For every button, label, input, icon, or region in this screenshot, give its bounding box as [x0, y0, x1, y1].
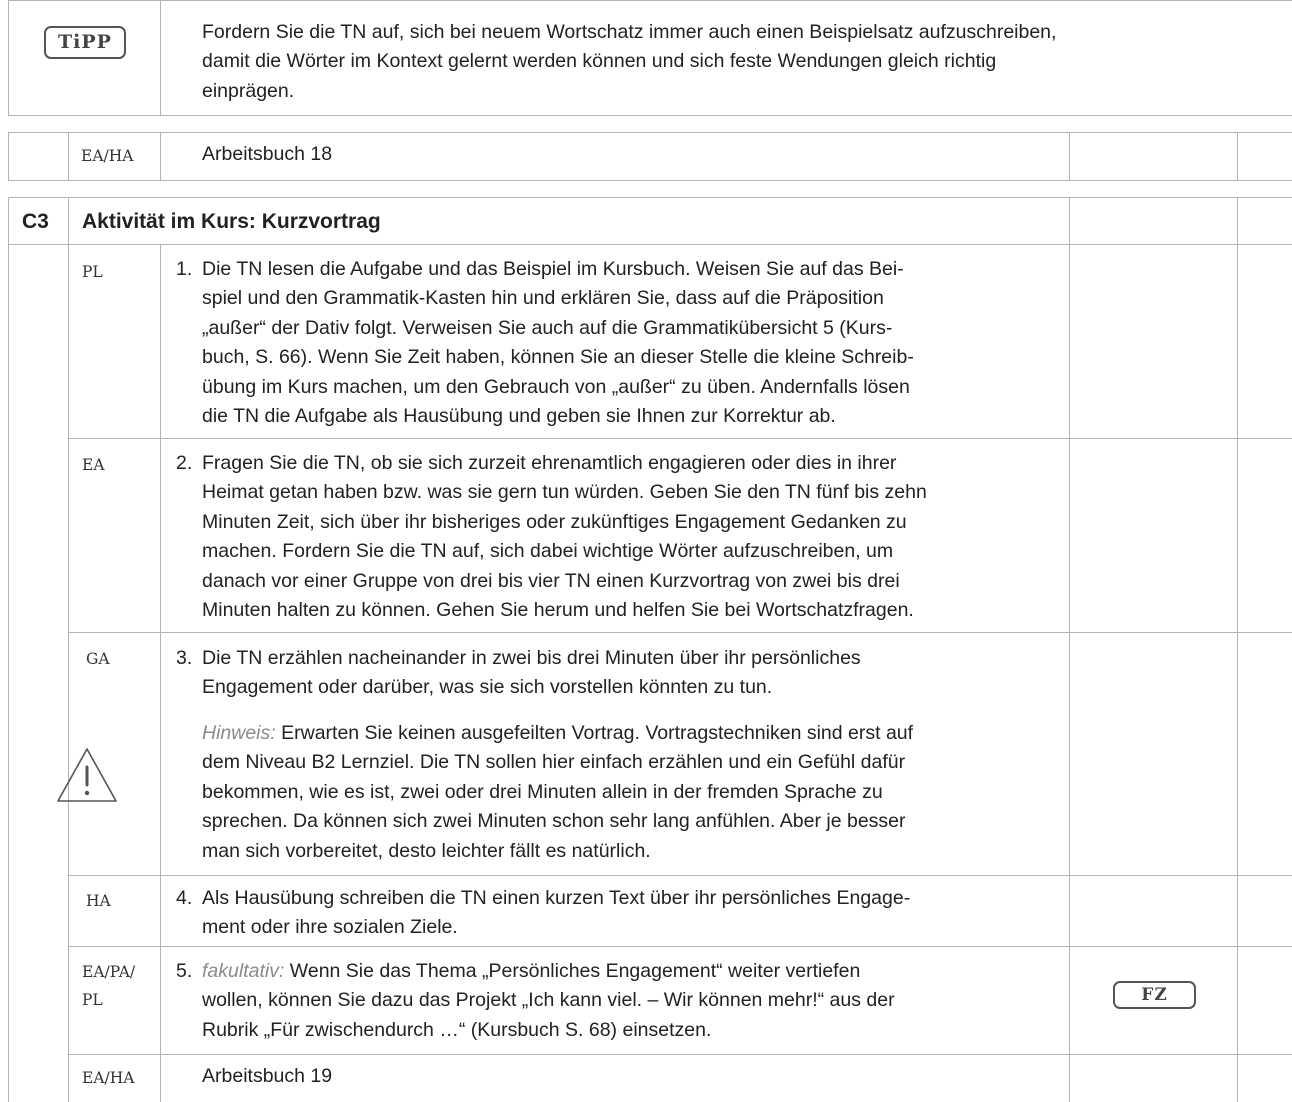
step1-number: 1. — [176, 258, 193, 280]
social-form-line: PL — [82, 991, 103, 1009]
step-line: Die TN lesen die Aufgabe und das Beispie… — [202, 258, 904, 280]
section-title: Aktivität im Kurs: Kurzvortrag — [82, 210, 381, 233]
step-line: „außer“ der Dativ folgt. Verweisen Sie a… — [202, 316, 893, 339]
step2-text: Fragen Sie die TN, ob sie sich zurzeit e… — [202, 449, 927, 625]
step3-number: 3. — [176, 647, 193, 669]
step4-number: 4. — [176, 887, 193, 909]
step3-note: Hinweis: Erwarten Sie keinen ausgefeilte… — [202, 719, 913, 866]
step-line: Als Hausübung schreiben die TN einen kur… — [202, 887, 911, 909]
step-line: danach vor einer Gruppe von drei bis vie… — [202, 569, 900, 592]
tipp-line: damit die Wörter im Kontext gelernt werd… — [202, 50, 997, 73]
workbook-ref-19: Arbeitsbuch 19 — [202, 1065, 333, 1087]
tipp-badge: TiPP — [44, 26, 126, 59]
step-line: Minuten halten zu können. Gehen Sie heru… — [202, 599, 914, 622]
social-form-step4: HA — [86, 892, 111, 910]
step-line: Die TN erzählen nacheinander in zwei bis… — [202, 647, 861, 669]
note-label: Hinweis: — [202, 722, 276, 744]
note-line: dem Niveau B2 Lernziel. Die TN sollen hi… — [202, 751, 906, 774]
social-form-ab18: EA/HA — [81, 147, 134, 165]
note-text: Erwarten Sie keinen ausgefeilten Vortrag… — [281, 722, 914, 744]
step-line: wollen, können Sie dazu das Projekt „Ich… — [202, 989, 895, 1012]
optional-label: fakultativ: — [202, 960, 285, 982]
step-line: ment oder ihre sozialen Ziele. — [202, 916, 458, 939]
note-line: bekommen, wie es ist, zwei oder drei Min… — [202, 780, 883, 803]
social-form-ab19: EA/HA — [82, 1069, 135, 1087]
note-first-line: Hinweis: Erwarten Sie keinen ausgefeilte… — [202, 719, 913, 748]
step-text: Wenn Sie das Thema „Persönliches Engagem… — [289, 960, 861, 982]
step-line: übung im Kurs machen, um den Gebrauch vo… — [202, 375, 910, 398]
step-line: die TN die Aufgabe als Hausübung und geb… — [202, 405, 836, 428]
step-line: machen. Fordern Sie die TN auf, sich dab… — [202, 540, 894, 563]
note-line: sprechen. Da können sich zwei Minuten sc… — [202, 810, 906, 833]
step4-text: Als Hausübung schreiben die TN einen kur… — [202, 884, 910, 943]
social-form-step2: EA — [82, 456, 105, 474]
step5-number: 5. — [176, 960, 193, 982]
social-form-step1: PL — [82, 263, 103, 281]
step-line: Fragen Sie die TN, ob sie sich zurzeit e… — [202, 452, 897, 474]
fz-badge: FZ — [1113, 981, 1196, 1009]
step-line: Minuten Zeit, sich über ihr bisheriges o… — [202, 510, 907, 533]
step-line: Heimat getan haben bzw. was sie gern tun… — [202, 481, 927, 504]
warning-icon — [54, 745, 120, 810]
tipp-text: Fordern Sie die TN auf, sich bei neuem W… — [202, 18, 1056, 106]
social-form-line: EA/PA/ — [82, 963, 136, 981]
step-line: Engagement oder darüber, was sie sich vo… — [202, 676, 773, 699]
step5-text: fakultativ: Wenn Sie das Thema „Persönli… — [202, 957, 895, 1045]
step3-text: Die TN erzählen nacheinander in zwei bis… — [202, 644, 861, 703]
tipp-line: einprägen. — [202, 79, 295, 102]
social-form-step5: EA/PA/ PL — [82, 958, 135, 1014]
step-line: Rubrik „Für zwischendurch …“ (Kursbuch S… — [202, 1018, 712, 1041]
section-code: C3 — [22, 210, 49, 233]
tipp-line: Fordern Sie die TN auf, sich bei neuem W… — [202, 21, 1057, 43]
social-form-step3: GA — [86, 650, 110, 668]
step-line: buch, S. 66). Wenn Sie Zeit haben, könne… — [202, 346, 914, 369]
note-line: man sich vorbereitet, desto leichter fäl… — [202, 839, 651, 862]
workbook-ref-18: Arbeitsbuch 18 — [202, 143, 333, 165]
step2-number: 2. — [176, 452, 193, 474]
step5-first-line: fakultativ: Wenn Sie das Thema „Persönli… — [202, 957, 895, 986]
step-line: spiel und den Grammatik-Kasten hin und e… — [202, 287, 884, 310]
step1-text: Die TN lesen die Aufgabe und das Beispie… — [202, 255, 914, 431]
